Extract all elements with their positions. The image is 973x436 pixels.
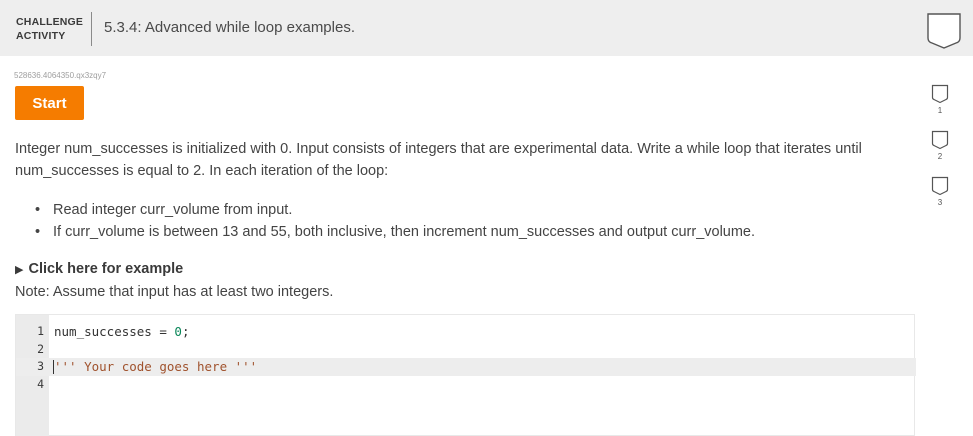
code-token: = bbox=[151, 324, 175, 339]
instruction-item: If curr_volume is between 13 and 55, bot… bbox=[35, 221, 755, 243]
challenge-id: 528636.4064350.qx3zqy7 bbox=[14, 71, 107, 80]
code-line[interactable]: 2 bbox=[16, 341, 916, 359]
line-number: 3 bbox=[37, 359, 44, 373]
example-toggle-label: Click here for example bbox=[28, 261, 184, 277]
activity-title: 5.3.4: Advanced while loop examples. bbox=[104, 19, 355, 36]
activity-type-line1: CHALLENGE bbox=[16, 16, 84, 28]
code-area[interactable]: 1 num_successes = 0; 2 3 ''' Your code g… bbox=[16, 323, 916, 393]
code-token: 0 bbox=[174, 324, 182, 339]
code-token: num_successes bbox=[54, 324, 152, 339]
level-1-indicator[interactable]: 1 bbox=[931, 84, 949, 115]
instruction-item: Read integer curr_volume from input. bbox=[35, 199, 755, 221]
line-number: 2 bbox=[37, 341, 44, 356]
level-number: 1 bbox=[937, 106, 943, 115]
shield-outline-icon bbox=[931, 130, 949, 150]
completion-shield-icon bbox=[927, 13, 961, 49]
level-2-indicator[interactable]: 2 bbox=[931, 130, 949, 161]
header-divider bbox=[91, 12, 92, 46]
start-button[interactable]: Start bbox=[15, 86, 84, 120]
expand-triangle-icon: ▶ bbox=[15, 264, 24, 276]
code-token: ; bbox=[181, 324, 190, 339]
activity-type-line2: ACTIVITY bbox=[16, 30, 66, 42]
level-3-indicator[interactable]: 3 bbox=[931, 176, 949, 207]
activity-header: CHALLENGE ACTIVITY 5.3.4: Advanced while… bbox=[0, 0, 973, 56]
line-number: 4 bbox=[37, 376, 44, 391]
activity-type-label: CHALLENGE ACTIVITY bbox=[16, 15, 83, 43]
line-number: 1 bbox=[37, 324, 44, 338]
prompt-text: Integer num_successes is initialized wit… bbox=[15, 141, 862, 179]
code-text: num_successes = 0; bbox=[54, 323, 189, 341]
shield-outline-icon bbox=[931, 84, 949, 104]
level-number: 3 bbox=[937, 198, 943, 207]
code-line-active[interactable]: 3 ''' Your code goes here ''' bbox=[16, 358, 916, 376]
level-number: 2 bbox=[937, 152, 943, 161]
shield-outline-icon bbox=[931, 176, 949, 196]
example-toggle[interactable]: ▶ Click here for example bbox=[15, 261, 183, 277]
code-text: ''' Your code goes here ''' bbox=[54, 359, 258, 374]
instruction-list: Read integer curr_volume from input. If … bbox=[35, 199, 755, 243]
code-line[interactable]: 1 num_successes = 0; bbox=[16, 323, 916, 341]
code-line[interactable]: 4 bbox=[16, 376, 916, 394]
note-text: Note: Assume that input has at least two… bbox=[15, 284, 334, 300]
code-editor[interactable]: 1 num_successes = 0; 2 3 ''' Your code g… bbox=[15, 314, 916, 436]
